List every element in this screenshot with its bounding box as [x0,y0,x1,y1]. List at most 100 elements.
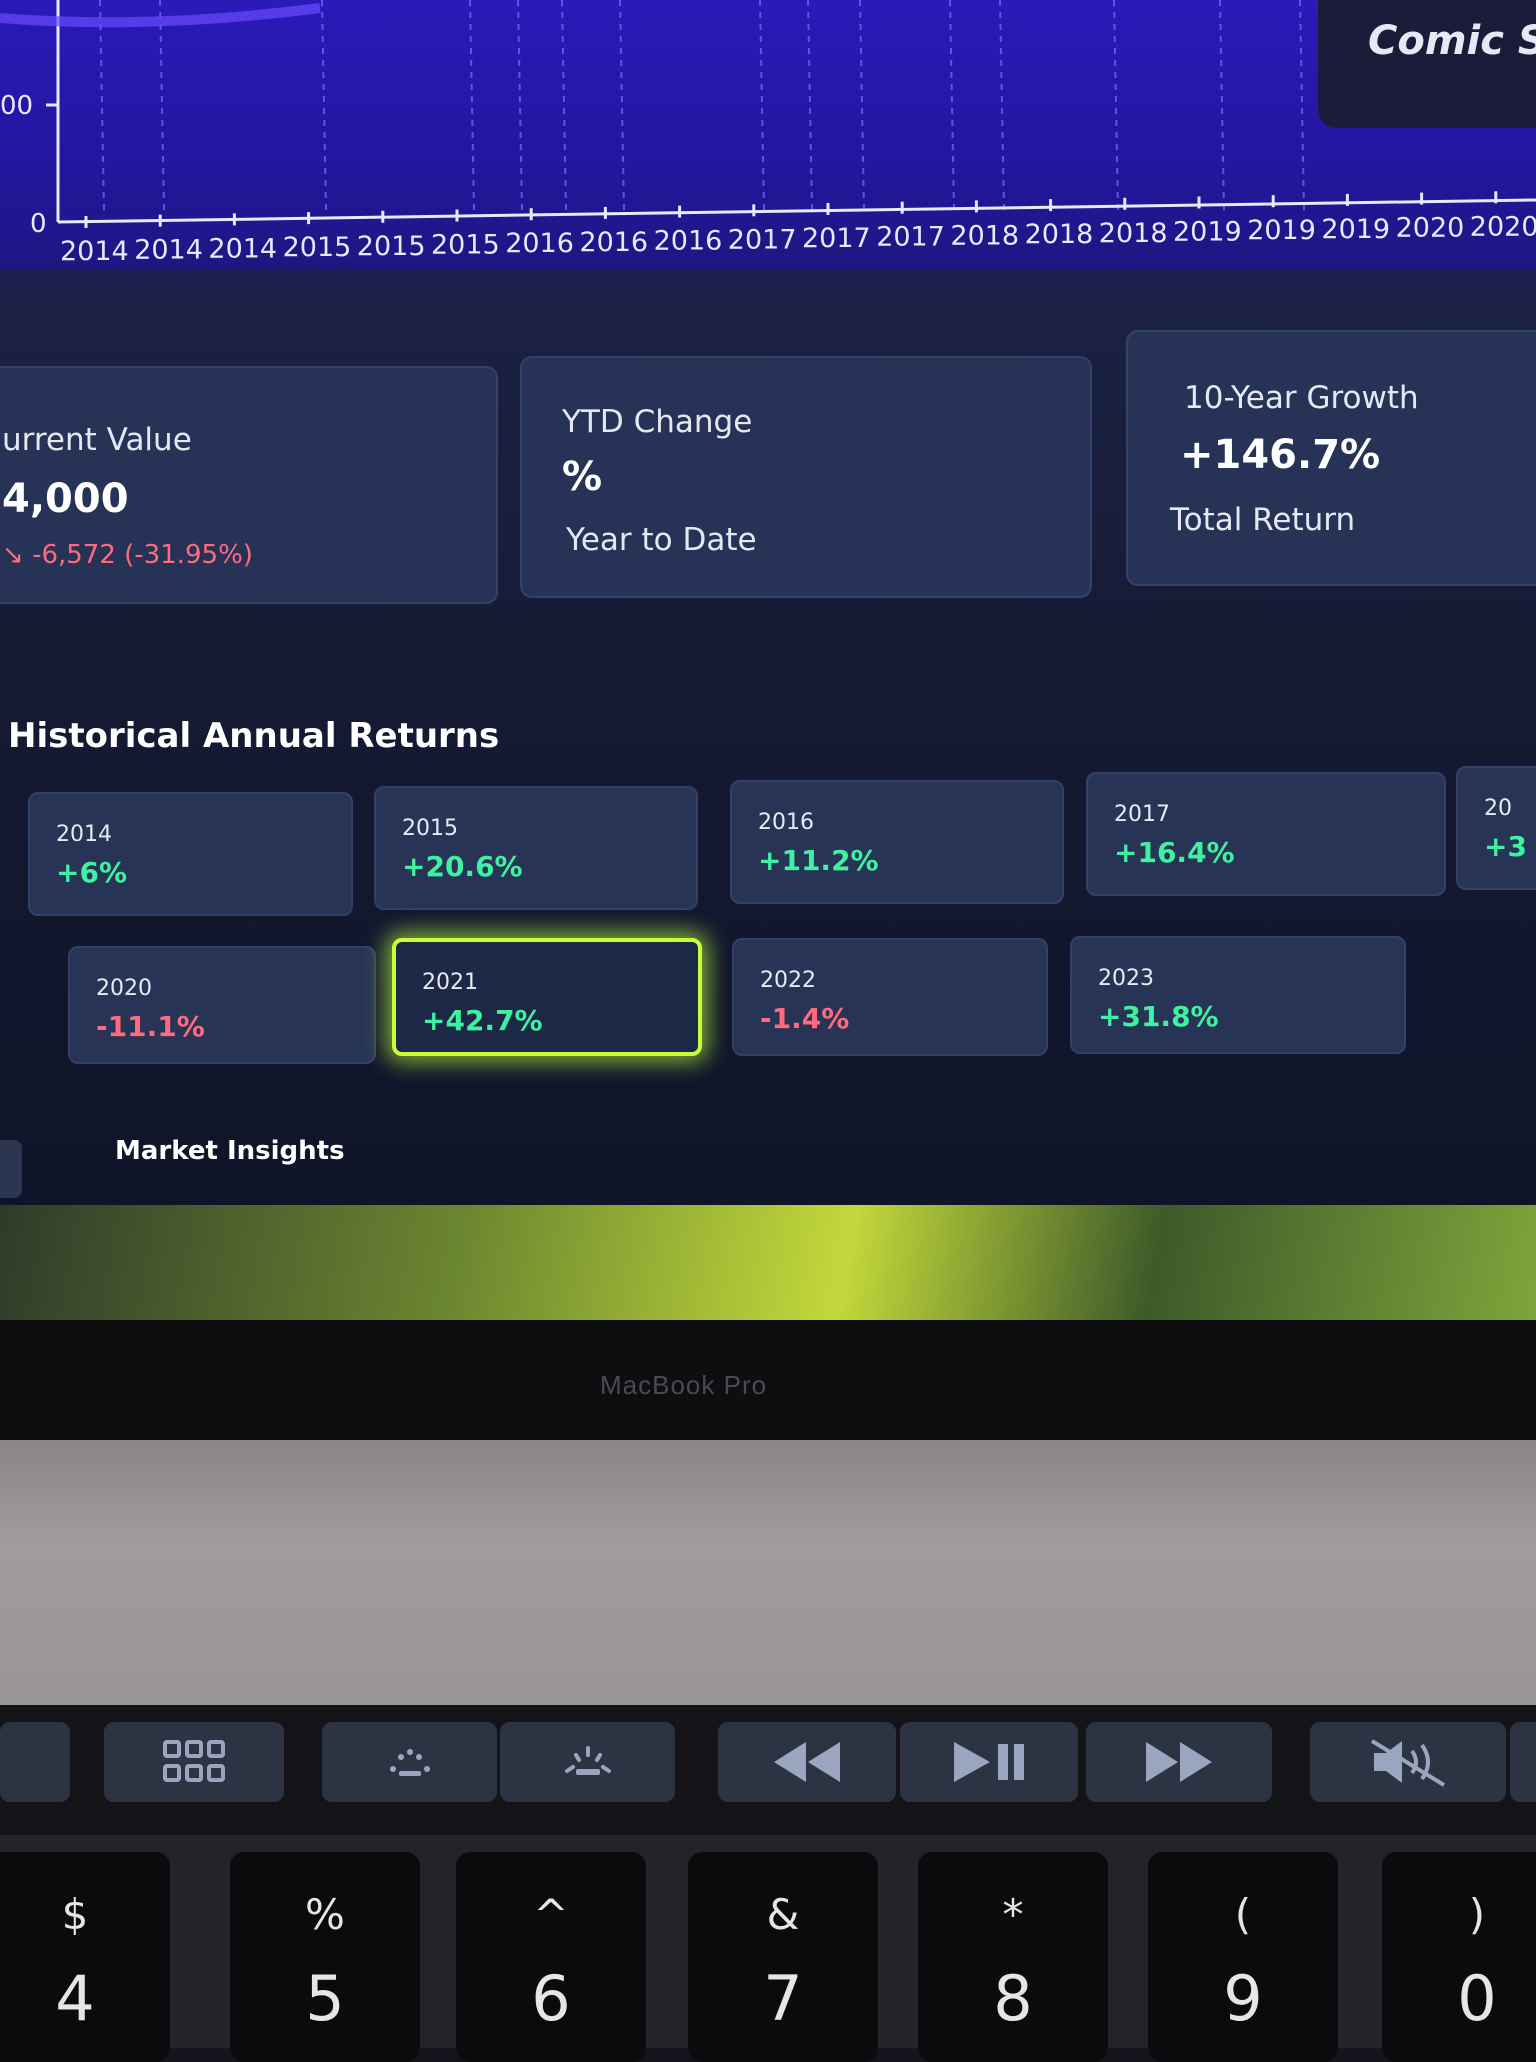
screen-bezel [0,1320,1536,1440]
key-shift-symbol: * [1002,1890,1024,1939]
return-year: 2020 [96,976,152,1001]
keyboard-brightness-up-icon[interactable] [500,1722,675,1802]
annual-return-card[interactable]: 20 +3 [1456,766,1536,890]
annual-return-card[interactable]: 2015 +20.6% [374,786,698,910]
return-value: +31.8% [1098,1000,1219,1033]
x-tick-label: 2018 [1025,219,1094,250]
price-history-chart: 00 0 2014 2014 2014 2015 2015 2015 2016 2016 201… [0,0,1536,270]
x-tick-label: 2019 [1247,215,1316,246]
trend-down-icon: ↘ [2,540,33,570]
return-value: +42.7% [422,1004,543,1037]
return-year: 2023 [1098,966,1154,991]
launchpad-icon[interactable] [104,1722,284,1802]
chart-gridline [859,0,865,211]
market-insights-title: Market Insights [115,1136,345,1166]
current-value-change: ↘ -6,572 (-31.95%) [2,540,253,570]
key-0[interactable]: ) 0 [1382,1852,1536,2062]
chart-gridline [807,0,813,211]
app-screen: 00 0 2014 2014 2014 2015 2015 2015 2016 2016 201… [0,0,1536,1205]
key-shift-symbol: $ [61,1890,89,1939]
play-pause-glyph [954,1742,1024,1782]
chart-gridline [619,0,625,211]
chart-gridline [1219,0,1225,211]
return-value: +3 [1484,830,1527,863]
touchbar-right-edge-button[interactable] [1510,1722,1536,1802]
key-shift-symbol: ^ [533,1890,569,1939]
annual-return-card[interactable]: 2022 -1.4% [732,938,1048,1056]
grid-glyph [163,1740,225,1782]
x-tick-label: 2017 [728,224,797,255]
ytd-change-card: YTD Change % Year to Date [520,356,1092,598]
rewind-glyph [774,1742,840,1782]
mute-glyph [1370,1739,1446,1787]
ytd-value: % [562,454,603,500]
annual-return-card[interactable]: 2021 +42.7% [392,938,702,1056]
ytd-label: YTD Change [562,404,753,440]
annual-return-card[interactable]: 2016 +11.2% [730,780,1064,904]
chart-gridline [469,0,475,211]
touchbar-left-edge-button[interactable] [0,1722,70,1802]
annual-return-card[interactable]: 2014 +6% [28,792,353,916]
key-digit: 5 [305,1962,345,2035]
return-year: 2016 [758,810,814,835]
key-5[interactable]: % 5 [230,1852,420,2062]
key-digit: 6 [531,1962,571,2035]
chart-title-badge: Comic Spe [1318,0,1536,128]
return-value: -11.1% [96,1010,205,1043]
chart-title: Comic Spe [1368,18,1536,64]
x-tick-label: 2017 [802,223,871,254]
return-value: +16.4% [1114,836,1235,869]
x-tick-label: 2017 [876,222,945,253]
fast-forward-glyph [1146,1742,1212,1782]
growth-sublabel: Total Return [1170,502,1356,538]
return-year: 2021 [422,970,478,995]
key-digit: 9 [1223,1962,1263,2035]
rewind-icon[interactable] [718,1722,896,1802]
current-value-card: urrent Value 4,000 ↘ -6,572 (-31.95%) [0,366,498,604]
current-value-amount: 4,000 [2,476,129,522]
annual-return-card[interactable]: 2017 +16.4% [1086,772,1446,896]
chart-gridline [759,0,765,211]
key-shift-symbol: ( [1234,1890,1252,1939]
key-shift-symbol: & [766,1890,800,1939]
return-value: +20.6% [402,850,523,883]
key-digit: 0 [1457,1962,1497,2035]
key-8[interactable]: * 8 [918,1852,1108,2062]
key-digit: 8 [993,1962,1033,2035]
chart-gridline [321,0,327,211]
x-tick-label: 2018 [1099,218,1168,249]
brightness-up-glyph [564,1746,611,1775]
fast-forward-icon[interactable] [1086,1722,1272,1802]
chart-gridline [1113,0,1119,211]
laptop-chassis [0,1440,1536,1705]
key-6[interactable]: ^ 6 [456,1852,646,2062]
growth-value: +146.7% [1180,432,1381,478]
x-tick-label: 2020 [1396,213,1465,244]
brightness-down-glyph [389,1749,430,1776]
chart-gridline [99,0,105,211]
x-tick-label: 2016 [579,227,648,258]
chart-gridline [159,0,165,211]
return-year: 2015 [402,816,458,841]
annual-return-card[interactable]: 2020 -11.1% [68,946,376,1064]
key-9[interactable]: (9 [1148,1852,1338,2062]
x-tick-label: 2020 [1470,211,1536,242]
key-7[interactable]: & 7 [688,1852,878,2062]
return-year: 20 [1484,796,1512,821]
chart-gridline [517,0,523,211]
x-tick-label: 2015 [357,231,426,262]
y-tick-label: 0 [30,209,47,239]
chart-svg: 00 0 2014 2014 2014 2015 2015 2015 2016 2016 201… [0,0,1536,267]
chart-gridline [561,0,567,211]
key-digit: 4 [55,1962,95,2035]
return-value: +6% [56,856,127,889]
chart-gridline [1299,0,1305,211]
growth-label: 10-Year Growth [1184,380,1419,416]
scrollbar-thumb[interactable] [0,1140,22,1198]
mute-icon[interactable] [1310,1722,1506,1802]
key-4[interactable]: $4 [0,1852,170,2062]
annual-return-card[interactable]: 2023 +31.8% [1070,936,1406,1054]
play-pause-icon[interactable] [900,1722,1078,1802]
keyboard-brightness-down-icon[interactable] [322,1722,497,1802]
x-tick-label: 2014 [134,235,203,266]
